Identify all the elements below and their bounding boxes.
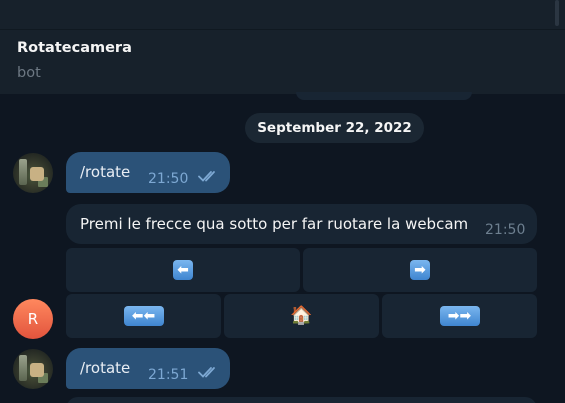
- house-icon: 🏠: [290, 305, 313, 326]
- scrollbar[interactable]: [555, 0, 559, 26]
- chat-title: Rotatecamera: [17, 40, 132, 56]
- keyboard-button-left[interactable]: ⬅: [66, 248, 300, 292]
- user-avatar[interactable]: [13, 153, 53, 193]
- message-time: 21:50: [485, 222, 526, 238]
- right-arrow-icon: ➡: [410, 260, 430, 280]
- date-separator: September 22, 2022: [245, 113, 424, 143]
- left-arrow-icon: ⬅: [173, 260, 193, 280]
- chat-subtitle: bot: [17, 65, 41, 81]
- message-time: 21:51: [148, 367, 189, 383]
- incoming-message[interactable]: Premi le frecce qua sotto per far ruotar…: [66, 204, 537, 244]
- message-text: /rotate: [80, 163, 131, 181]
- bot-avatar-initial: R: [27, 310, 39, 328]
- user-avatar[interactable]: [13, 349, 53, 389]
- outgoing-message[interactable]: /rotate 21:50: [66, 152, 230, 193]
- keyboard-button-home[interactable]: 🏠: [224, 294, 379, 338]
- window-top-strip: [0, 0, 565, 30]
- outgoing-message[interactable]: /rotate 21:51: [66, 348, 230, 389]
- previous-message-edge: [296, 92, 472, 100]
- read-checkmarks-icon: [198, 171, 215, 182]
- keyboard-button-fast-left[interactable]: ⬅⬅: [66, 294, 221, 338]
- message-text: Premi le frecce qua sotto per far ruotar…: [80, 215, 469, 233]
- double-left-arrow-icon: ⬅⬅: [123, 306, 164, 326]
- message-time: 21:50: [148, 171, 189, 187]
- chat-header[interactable]: Rotatecamera bot: [0, 30, 565, 100]
- next-incoming-message-edge: [66, 397, 537, 403]
- bot-avatar[interactable]: R: [13, 299, 53, 339]
- double-right-arrow-icon: ➡➡: [439, 306, 480, 326]
- keyboard-button-right[interactable]: ➡: [303, 248, 537, 292]
- keyboard-button-fast-right[interactable]: ➡➡: [382, 294, 537, 338]
- read-checkmarks-icon: [198, 367, 215, 378]
- message-text: /rotate: [80, 359, 131, 377]
